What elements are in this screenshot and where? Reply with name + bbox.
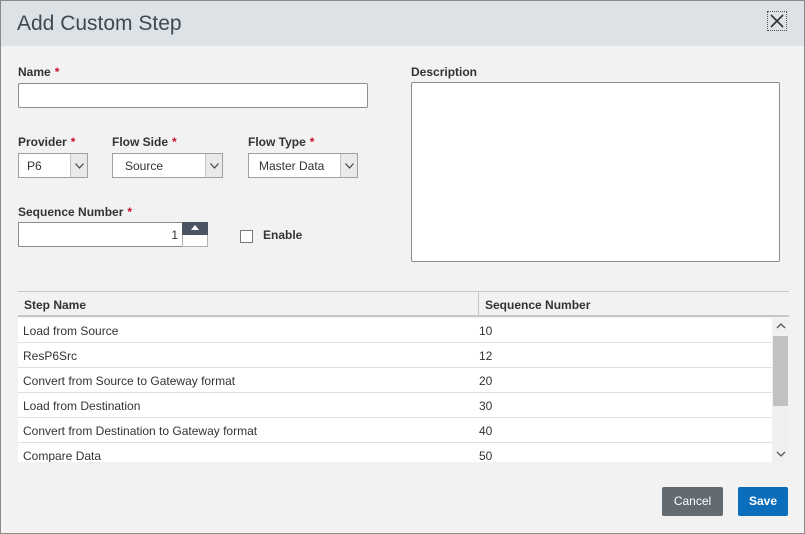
chevron-down-icon[interactable] bbox=[776, 449, 786, 459]
dialog-title-bar: Add Custom Step bbox=[1, 1, 804, 46]
sequence-cell: 40 bbox=[479, 424, 493, 438]
table-header: Step Name Sequence Number bbox=[18, 291, 789, 317]
enable-checkbox[interactable] bbox=[240, 230, 253, 243]
provider-select[interactable]: P6 bbox=[18, 153, 88, 178]
increment-button[interactable] bbox=[182, 222, 208, 235]
required-marker: * bbox=[309, 135, 315, 149]
scrollbar-thumb[interactable] bbox=[773, 336, 788, 406]
chevron-down-icon bbox=[340, 154, 357, 177]
flow-side-value: Source bbox=[125, 159, 164, 173]
step-name-cell: Load from Destination bbox=[23, 399, 141, 413]
dialog-title: Add Custom Step bbox=[17, 12, 182, 35]
cancel-button[interactable]: Cancel bbox=[662, 487, 723, 516]
flow-side-select[interactable]: Source bbox=[112, 153, 223, 178]
required-marker: * bbox=[54, 65, 60, 79]
provider-label: Provider * bbox=[18, 135, 76, 149]
column-header-step-name[interactable]: Step Name bbox=[24, 298, 86, 312]
sequence-cell: 30 bbox=[479, 399, 493, 413]
flow-type-label: Flow Type * bbox=[248, 135, 315, 149]
table-row[interactable]: Load from Source 10 bbox=[18, 318, 772, 343]
step-name-cell: ResP6Src bbox=[23, 349, 78, 363]
step-name-cell: Convert from Destination to Gateway form… bbox=[23, 424, 258, 438]
chevron-up-icon[interactable] bbox=[776, 321, 786, 331]
save-button[interactable]: Save bbox=[738, 487, 788, 516]
required-marker: * bbox=[172, 135, 177, 149]
description-label: Description bbox=[411, 65, 478, 79]
column-header-sequence-number[interactable]: Sequence Number bbox=[485, 298, 590, 312]
name-label: Name * bbox=[18, 65, 60, 79]
flow-type-value: Master Data bbox=[259, 159, 325, 173]
chevron-down-icon bbox=[70, 154, 87, 177]
name-input[interactable] bbox=[18, 83, 368, 108]
sequence-cell: 10 bbox=[479, 324, 493, 338]
table-row[interactable]: Convert from Source to Gateway format 20 bbox=[18, 368, 772, 393]
sequence-cell: 20 bbox=[479, 374, 493, 388]
sequence-number-label: Sequence Number * bbox=[18, 205, 133, 219]
sequence-cell: 12 bbox=[479, 349, 493, 363]
table-body: Load from Source 10 ResP6Src 12 Convert … bbox=[18, 318, 772, 462]
step-name-cell: Compare Data bbox=[23, 449, 102, 462]
enable-label: Enable bbox=[263, 228, 303, 242]
chevron-down-icon bbox=[205, 154, 222, 177]
close-icon[interactable] bbox=[767, 11, 787, 31]
triangle-up-icon bbox=[191, 225, 199, 230]
column-divider[interactable] bbox=[478, 292, 479, 317]
sequence-cell: 50 bbox=[479, 449, 493, 462]
flow-side-label: Flow Side * bbox=[112, 135, 177, 149]
table-row[interactable]: Convert from Destination to Gateway form… bbox=[18, 418, 772, 443]
table-row[interactable]: Load from Destination 30 bbox=[18, 393, 772, 418]
description-textarea[interactable] bbox=[411, 82, 780, 262]
required-marker: * bbox=[127, 205, 133, 219]
flow-type-select[interactable]: Master Data bbox=[248, 153, 358, 178]
step-name-cell: Load from Source bbox=[23, 324, 119, 338]
steps-table: Step Name Sequence Number Load from Sour… bbox=[18, 291, 789, 462]
required-marker: * bbox=[70, 135, 76, 149]
sequence-number-value: 1 bbox=[171, 228, 178, 242]
table-row[interactable]: ResP6Src 12 bbox=[18, 343, 772, 368]
step-name-cell: Convert from Source to Gateway format bbox=[23, 374, 236, 388]
add-custom-step-dialog: Add Custom Step Name * Description Provid… bbox=[0, 0, 805, 534]
table-scrollbar[interactable] bbox=[772, 318, 789, 462]
decrement-button[interactable] bbox=[182, 235, 208, 247]
table-row[interactable]: Compare Data 50 bbox=[18, 443, 772, 462]
provider-value: P6 bbox=[27, 159, 42, 173]
sequence-number-input[interactable]: 1 bbox=[18, 222, 183, 247]
